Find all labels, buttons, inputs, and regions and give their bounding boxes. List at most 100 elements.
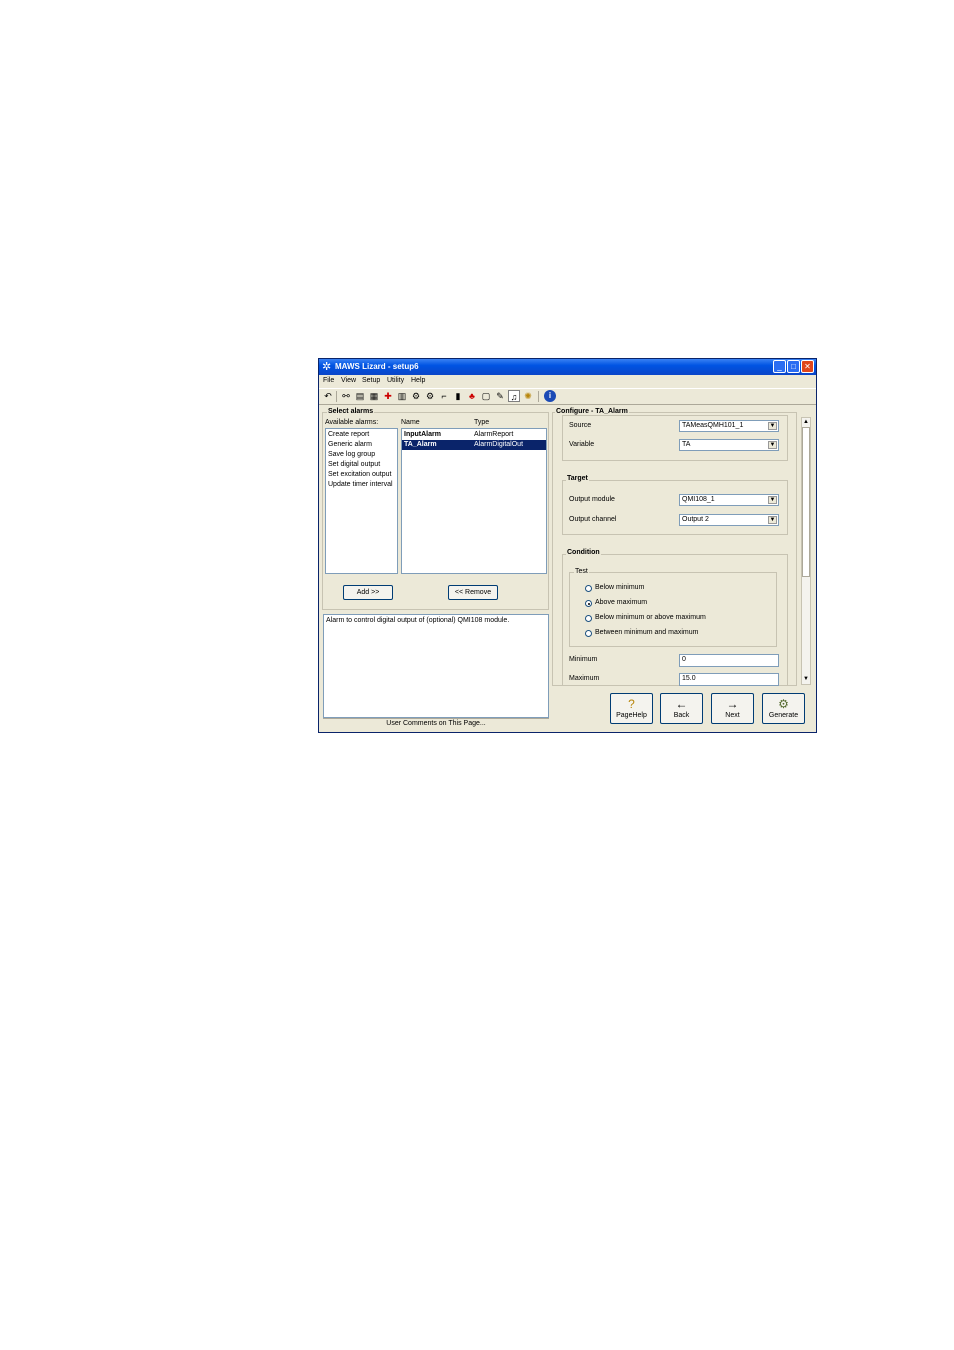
variable-value: TA: [682, 441, 691, 448]
chevron-down-icon[interactable]: ▼: [768, 516, 777, 524]
generate-button[interactable]: ⚙ Generate: [762, 693, 805, 724]
minimize-button[interactable]: _: [773, 360, 786, 373]
list-item[interactable]: Set digital output: [326, 460, 397, 470]
pagehelp-button[interactable]: ? PageHelp: [610, 693, 653, 724]
next-label: Next: [725, 712, 740, 719]
maws-lizard-window: ✲ MAWS Lizard - setup6 _ □ ✕ File View S…: [318, 358, 817, 733]
maximum-label: Maximum: [569, 675, 600, 682]
list-item[interactable]: Update timer interval: [326, 480, 397, 490]
arrow-right-icon: →: [726, 697, 739, 711]
sensor-icon[interactable]: ▥: [396, 390, 408, 402]
gear-icon[interactable]: ⚙: [424, 390, 436, 402]
gears-icon: ⚙: [778, 697, 789, 711]
list-item[interactable]: Set excitation output: [326, 470, 397, 480]
available-alarms-list[interactable]: Create report Generic alarm Save log gro…: [325, 428, 398, 574]
output-channel-select[interactable]: Output 2 ▼: [679, 514, 779, 526]
close-button[interactable]: ✕: [801, 360, 814, 373]
list-item[interactable]: Save log group: [326, 450, 397, 460]
table-icon[interactable]: ▦: [368, 390, 380, 402]
alarm-type: AlarmDigitalOut: [474, 441, 524, 448]
chart-icon[interactable]: ⌐: [438, 390, 450, 402]
table-row[interactable]: InputAlarm AlarmReport: [402, 430, 546, 440]
selected-alarms-table[interactable]: InputAlarm AlarmReport TA_Alarm AlarmDig…: [401, 428, 547, 574]
test-title: Test: [574, 568, 589, 575]
select-alarms-title: Select alarms: [327, 408, 375, 415]
maximum-input[interactable]: 15.0: [679, 673, 779, 686]
generate-label: Generate: [768, 712, 799, 719]
scroll-up-icon[interactable]: ▲: [802, 418, 810, 427]
scrollbar-thumb[interactable]: [802, 427, 810, 577]
output-channel-label: Output channel: [569, 516, 617, 523]
radio-below-minimum[interactable]: [585, 585, 592, 592]
comment-text: Alarm to control digital output of (opti…: [326, 617, 510, 624]
variable-select[interactable]: TA ▼: [679, 439, 779, 451]
gear-icon[interactable]: ⚙: [410, 390, 422, 402]
name-column-header: Name: [401, 419, 420, 426]
document-icon[interactable]: ▢: [480, 390, 492, 402]
menu-view[interactable]: View: [341, 377, 356, 384]
chevron-down-icon[interactable]: ▼: [768, 496, 777, 504]
undo-icon[interactable]: ↶: [322, 390, 334, 402]
chevron-down-icon[interactable]: ▼: [768, 422, 777, 430]
variable-label: Variable: [569, 441, 595, 448]
add-button[interactable]: Add >>: [343, 585, 393, 600]
output-module-label: Output module: [569, 496, 615, 503]
chevron-down-icon[interactable]: ▼: [768, 441, 777, 449]
title-bar[interactable]: ✲ MAWS Lizard - setup6 _ □ ✕: [319, 359, 816, 375]
globe-icon[interactable]: ✺: [522, 390, 534, 402]
maximum-value: 15.0: [682, 675, 696, 682]
menu-bar: File View Setup Utility Help: [319, 376, 816, 387]
condition-title: Condition: [566, 549, 601, 556]
radio-between-min-max[interactable]: [585, 630, 592, 637]
minimum-label: Minimum: [569, 656, 598, 663]
comment-textarea[interactable]: Alarm to control digital output of (opti…: [323, 614, 549, 718]
bars-icon[interactable]: ▮: [452, 390, 464, 402]
remove-button[interactable]: << Remove: [448, 585, 498, 600]
user-comments-button[interactable]: User Comments on This Page...: [323, 718, 549, 729]
list-item[interactable]: Generic alarm: [326, 440, 397, 450]
radio-label: Below minimum or above maximum: [595, 614, 706, 621]
menu-setup[interactable]: Setup: [362, 377, 380, 384]
output-module-select[interactable]: QMI108_1 ▼: [679, 494, 779, 506]
next-button[interactable]: → Next: [711, 693, 754, 724]
back-button[interactable]: ← Back: [660, 693, 703, 724]
list-item[interactable]: Create report: [326, 430, 397, 440]
maximize-button[interactable]: □: [787, 360, 800, 373]
output-module-value: QMI108_1: [682, 496, 715, 503]
network-icon[interactable]: ⚯: [340, 390, 352, 402]
table-row-selected[interactable]: TA_Alarm AlarmDigitalOut: [402, 440, 546, 450]
target-title: Target: [566, 475, 589, 482]
info-icon[interactable]: i: [544, 390, 556, 402]
minimum-value: 0: [682, 656, 686, 663]
toolbar: ↶ ⚯ ▤ ▦ ✚ ▥ ⚙ ⚙ ⌐ ▮ ♣ ▢ ✎ ♫ ✺ i: [319, 388, 816, 405]
alarm-type: AlarmReport: [474, 431, 514, 438]
type-column-header: Type: [474, 419, 490, 426]
table-icon[interactable]: ▤: [354, 390, 366, 402]
output-channel-value: Output 2: [682, 516, 709, 523]
edit-icon[interactable]: ✎: [494, 390, 506, 402]
configure-title: Configure - TA_Alarm: [555, 408, 629, 415]
menu-file[interactable]: File: [323, 377, 334, 384]
minimum-input[interactable]: 0: [679, 654, 779, 667]
arrow-left-icon: ←: [675, 697, 688, 711]
alarm-name: TA_Alarm: [404, 441, 437, 448]
available-alarms-label: Available alarms:: [325, 419, 379, 426]
source-select[interactable]: TAMeasQMH101_1 ▼: [679, 420, 779, 432]
radio-below-min-or-above-max[interactable]: [585, 615, 592, 622]
scroll-down-icon[interactable]: ▼: [802, 675, 810, 684]
target-group: [562, 480, 788, 535]
lizard-icon: ✲: [322, 361, 332, 373]
radio-above-maximum[interactable]: [585, 600, 592, 607]
flag-icon[interactable]: ✚: [382, 390, 394, 402]
alarm-name: InputAlarm: [404, 431, 441, 438]
red-icon[interactable]: ♣: [466, 390, 478, 402]
menu-help[interactable]: Help: [411, 377, 425, 384]
radio-label: Below minimum: [595, 584, 645, 591]
menu-utility[interactable]: Utility: [387, 377, 404, 384]
radio-label: Between minimum and maximum: [595, 629, 699, 636]
source-label: Source: [569, 422, 592, 429]
vertical-scrollbar[interactable]: ▲ ▼: [801, 417, 811, 685]
radio-label: Above maximum: [595, 599, 648, 606]
bell-icon[interactable]: ♫: [508, 390, 520, 402]
pagehelp-label: PageHelp: [616, 712, 647, 719]
